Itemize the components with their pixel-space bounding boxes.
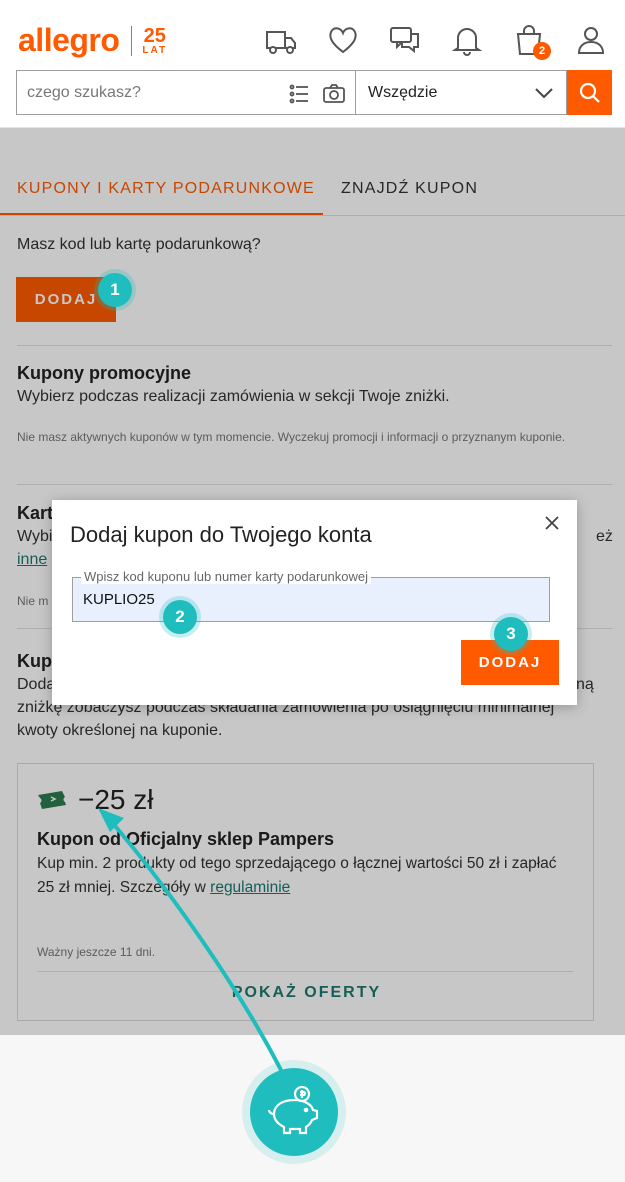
coupon-code-input[interactable]: KUPLIO25 (83, 591, 155, 608)
step-marker-2: 2 (163, 600, 197, 634)
search-scope-select[interactable]: Wszędzie (356, 70, 567, 115)
list-filter-icon[interactable] (287, 81, 313, 107)
coupon-code-label: Wpisz kod kuponu lub numer karty podarun… (81, 569, 371, 584)
cart-badge: 2 (533, 42, 551, 60)
modal-title: Dodaj kupon do Twojego konta (70, 522, 372, 547)
camera-icon[interactable] (321, 81, 347, 107)
search-input[interactable] (27, 83, 277, 102)
allegro-page: allegro 25 LAT 2 czego szukasz? Wszędzie… (0, 0, 625, 1035)
logo-anniversary-number: 25 (143, 24, 166, 47)
logo-separator (131, 25, 133, 56)
logo-text: allegro (18, 22, 120, 58)
user-icon[interactable] (571, 20, 611, 60)
piggy-bank-icon (250, 1068, 338, 1156)
close-icon[interactable] (541, 512, 563, 534)
chat-icon[interactable] (385, 20, 425, 60)
coupon-code-field[interactable]: Wpisz kod kuponu lub numer karty podarun… (72, 569, 550, 622)
chevron-down-icon (535, 87, 553, 98)
search-field-icons (287, 81, 347, 107)
search-button[interactable] (567, 70, 612, 115)
add-coupon-modal: Dodaj kupon do Twojego konta Wpisz kod k… (52, 500, 577, 705)
bell-icon[interactable] (447, 20, 487, 60)
bag-icon[interactable]: 2 (509, 20, 551, 60)
truck-icon[interactable] (261, 20, 301, 60)
piggy-bank-badge (242, 1060, 346, 1164)
allegro-logo[interactable]: allegro 25 LAT (18, 22, 167, 59)
search-bar: Wszędzie (16, 70, 612, 115)
header: allegro 25 LAT 2 czego szukasz? Wszędzie (0, 0, 625, 128)
search-icon (579, 82, 600, 103)
logo-anniversary-text: LAT (142, 44, 168, 56)
search-field (16, 70, 356, 115)
header-icons: 2 (261, 20, 611, 60)
heart-icon[interactable] (323, 20, 363, 60)
logo-anniversary: 25 LAT (142, 26, 167, 56)
step-marker-3: 3 (494, 617, 528, 651)
search-scope-value: Wszędzie (368, 83, 438, 101)
step-marker-1: 1 (98, 273, 132, 307)
